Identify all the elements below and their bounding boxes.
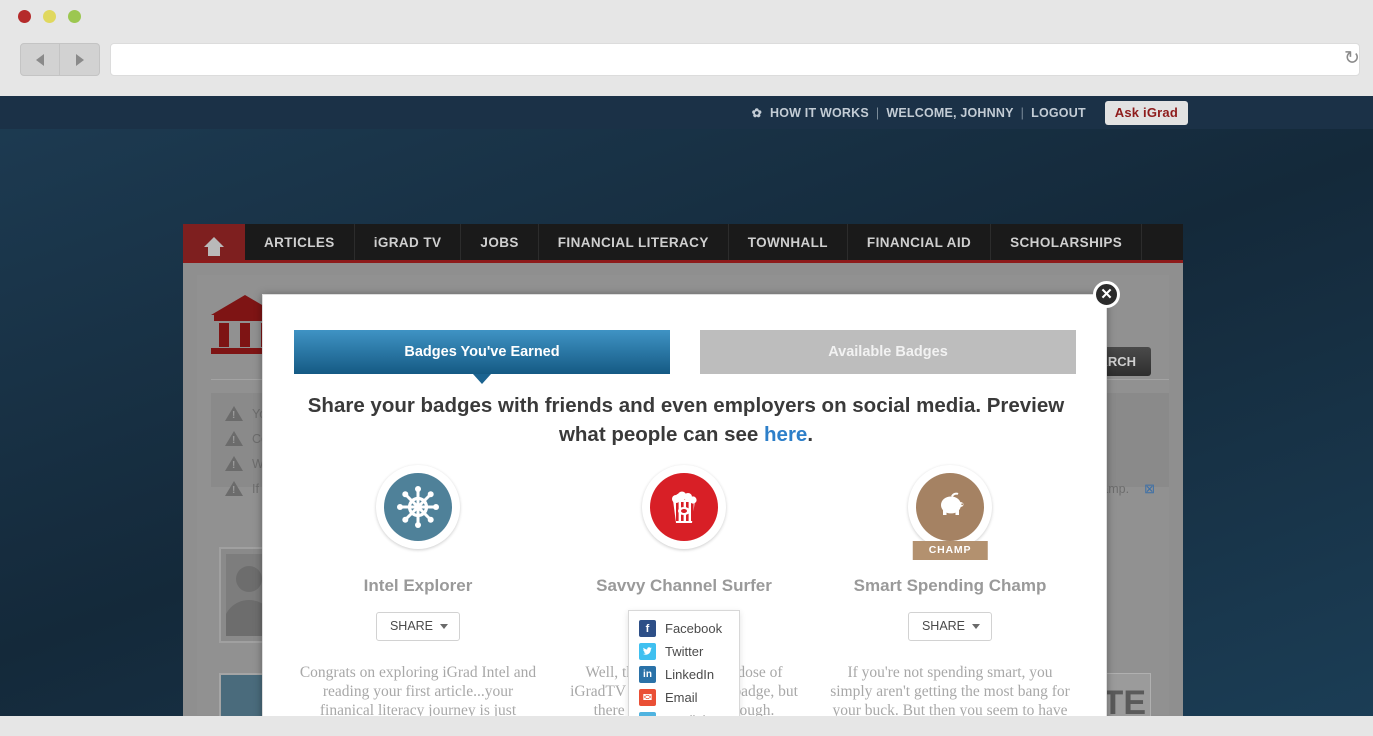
reload-icon[interactable]: ↻ — [1343, 49, 1361, 68]
nav-item-igrad-tv[interactable]: iGRAD TV — [355, 224, 462, 260]
link-icon — [639, 712, 656, 716]
utility-bar: ✿ HOW IT WORKS | WELCOME, JOHNNY | LOGOU… — [0, 96, 1373, 129]
share-option-label: Get link — [665, 713, 709, 716]
modal-tabs: Badges You've Earned Available Badges — [294, 330, 1076, 374]
badge-description: Congrats on exploring iGrad Intel and re… — [299, 664, 537, 716]
share-option-linkedin[interactable]: in LinkedIn — [629, 663, 739, 686]
address-bar[interactable] — [110, 43, 1360, 76]
separator: | — [1020, 105, 1025, 120]
badge-medal — [376, 465, 460, 549]
share-option-twitter[interactable]: Twitter — [629, 640, 739, 663]
popcorn-icon — [650, 473, 718, 541]
chevron-down-icon — [972, 623, 981, 629]
dismiss-alert-icon[interactable]: ⊠ — [1144, 481, 1155, 497]
badges-row: Intel Explorer SHARE Congrats on explori… — [285, 465, 1085, 716]
warning-icon — [225, 481, 243, 496]
browser-nav-buttons — [20, 43, 100, 76]
badge-title: Intel Explorer — [363, 576, 473, 595]
twitter-icon — [639, 643, 656, 660]
share-option-label: LinkedIn — [665, 667, 715, 682]
badge-medal — [642, 465, 726, 549]
nav-item-financial-aid[interactable]: FINANCIAL AID — [848, 224, 992, 260]
page-viewport: ✿ HOW IT WORKS | WELCOME, JOHNNY | LOGOU… — [0, 96, 1373, 716]
share-option-facebook[interactable]: f Facebook — [629, 617, 739, 640]
tab-badges-earned[interactable]: Badges You've Earned — [294, 330, 670, 374]
modal-headline: Share your badges with friends and even … — [301, 391, 1071, 449]
email-icon: ✉ — [639, 689, 656, 706]
tab-available-badges[interactable]: Available Badges — [700, 330, 1076, 374]
share-button[interactable]: SHARE — [375, 612, 461, 641]
ship-wheel-icon — [384, 473, 452, 541]
page-bottom-bar — [0, 716, 1373, 736]
badge-card-intel-explorer: Intel Explorer SHARE Congrats on explori… — [285, 465, 551, 716]
back-arrow-icon — [36, 53, 44, 66]
headline-text-before: Share your badges with friends and even … — [307, 394, 1065, 446]
warning-icon — [225, 456, 243, 471]
browser-chrome: ↻ — [0, 0, 1373, 96]
home-icon — [204, 237, 224, 256]
headline-text-after: . — [807, 423, 814, 446]
badge-card-smart-spending-champ: CHAMP Smart Spending Champ SHARE If you'… — [817, 465, 1083, 716]
forward-arrow-icon — [75, 53, 84, 66]
share-option-email[interactable]: ✉ Email — [629, 686, 739, 709]
champ-ribbon-label: CHAMP — [912, 541, 988, 560]
badge-title: Savvy Channel Surfer — [596, 576, 772, 595]
close-window-button[interactable] — [18, 10, 31, 23]
nav-item-home[interactable] — [183, 224, 245, 260]
window-traffic-lights — [18, 10, 81, 23]
separator: | — [875, 105, 880, 120]
warning-icon — [225, 406, 243, 421]
warning-icon — [225, 431, 243, 446]
utility-links: ✿ HOW IT WORKS | WELCOME, JOHNNY | LOGOU… — [751, 100, 1188, 125]
badge-description: If you're not spending smart, you simply… — [830, 664, 1070, 716]
welcome-label: WELCOME, JOHNNY — [886, 105, 1014, 120]
piggy-bank-icon — [916, 473, 984, 541]
nav-item-articles[interactable]: ARTICLES — [245, 224, 355, 260]
forward-button[interactable] — [60, 43, 100, 76]
share-button-label: SHARE — [389, 619, 434, 633]
nav-item-financial-literacy[interactable]: FINANCIAL LITERACY — [539, 224, 729, 260]
share-option-label: Twitter — [665, 644, 704, 659]
logout-link[interactable]: LOGOUT — [1031, 106, 1086, 120]
badge-medal: CHAMP — [908, 465, 992, 560]
close-icon[interactable]: ✕ — [1093, 281, 1120, 308]
chevron-down-icon — [440, 623, 449, 629]
how-it-works-link[interactable]: HOW IT WORKS — [770, 106, 869, 120]
ask-igrad-button[interactable]: Ask iGrad — [1104, 100, 1188, 125]
nav-item-townhall[interactable]: TOWNHALL — [729, 224, 848, 260]
nav-item-jobs[interactable]: JOBS — [461, 224, 539, 260]
back-button[interactable] — [20, 43, 60, 76]
nav-item-scholarships[interactable]: SCHOLARSHIPS — [991, 224, 1143, 260]
main-navigation: ARTICLES iGRAD TV JOBS FINANCIAL LITERAC… — [183, 224, 1183, 263]
share-button-label: SHARE — [921, 619, 966, 633]
share-dropdown-menu: f Facebook Twitter in LinkedIn ✉ Email — [628, 610, 740, 716]
badge-card-savvy-channel-surfer: Savvy Channel Surfer SHARE Well, that wa… — [551, 465, 817, 716]
minimize-window-button[interactable] — [43, 10, 56, 23]
share-option-get-link[interactable]: Get link — [629, 709, 739, 716]
linkedin-icon: in — [639, 666, 656, 683]
share-option-label: Email — [665, 690, 698, 705]
facebook-icon: f — [639, 620, 656, 637]
preview-here-link[interactable]: here — [764, 423, 807, 446]
badge-title: Smart Spending Champ — [853, 576, 1047, 595]
badges-modal: ✕ Badges You've Earned Available Badges … — [262, 281, 1120, 716]
maximize-window-button[interactable] — [68, 10, 81, 23]
share-option-label: Facebook — [665, 621, 723, 636]
gear-icon: ✿ — [751, 105, 762, 120]
share-button[interactable]: SHARE — [907, 612, 993, 641]
